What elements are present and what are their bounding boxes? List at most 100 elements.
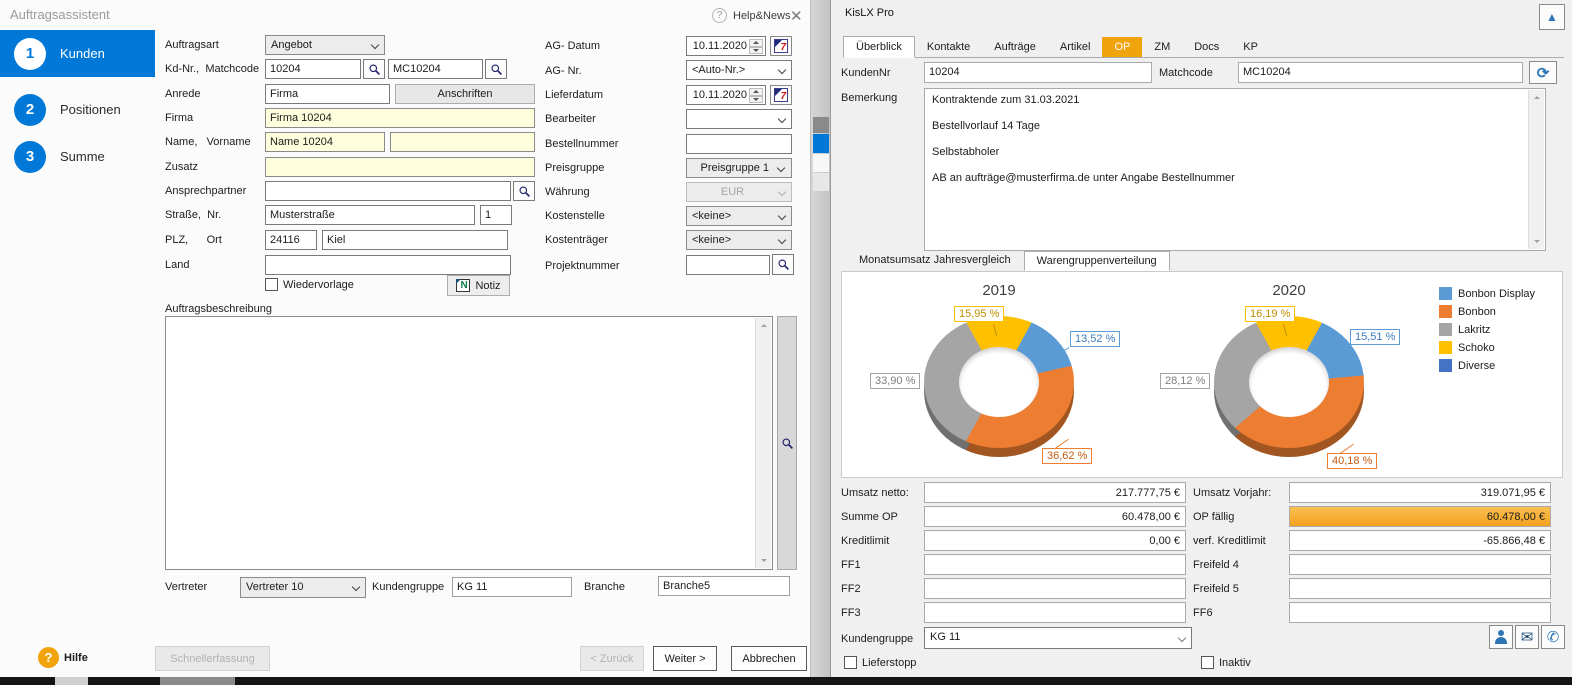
kostentraeger-select[interactable]: <keine> — [686, 230, 792, 250]
close-icon[interactable]: ✕ — [790, 7, 803, 25]
scroll-down-icon[interactable] — [1534, 240, 1540, 243]
projektnummer-input[interactable] — [686, 255, 770, 275]
tab-kontakte[interactable]: Kontakte — [915, 37, 982, 57]
ff3-field[interactable] — [924, 602, 1186, 623]
schnellerfassung-button[interactable]: Schnellerfassung — [155, 646, 270, 671]
matchcode-input[interactable]: MC10204 — [388, 59, 483, 79]
ansprechpartner-input[interactable] — [265, 181, 511, 201]
scroll-down-icon[interactable] — [761, 559, 767, 562]
phone-button[interactable] — [1541, 625, 1565, 649]
hilfe-label[interactable]: Hilfe — [64, 652, 88, 664]
kdnr-label: Kd-Nr., Matchcode — [165, 63, 259, 75]
date-spinner[interactable] — [749, 88, 763, 103]
vertreter-select[interactable]: Vertreter 10 — [240, 577, 366, 598]
plz-input[interactable]: 24116 — [265, 230, 317, 250]
weiter-button[interactable]: Weiter > — [653, 646, 717, 671]
zurueck-button[interactable]: < Zurück — [580, 646, 644, 671]
tab-artikel[interactable]: Artikel — [1048, 37, 1103, 57]
chevron-down-icon — [778, 236, 786, 244]
kundengruppe-input[interactable]: KG 11 — [452, 577, 572, 597]
ort-input[interactable]: Kiel — [322, 230, 508, 250]
tab-op[interactable]: OP — [1102, 37, 1142, 57]
kundengruppe-select-right[interactable]: KG 11 — [924, 627, 1192, 649]
zusatz-input[interactable] — [265, 157, 535, 177]
name-input[interactable]: Name 10204 — [265, 132, 385, 152]
tab-docs[interactable]: Docs — [1182, 37, 1231, 57]
projektnummer-search-button[interactable] — [772, 254, 794, 275]
lieferstopp-checkbox[interactable] — [844, 656, 857, 669]
auftragsart-select[interactable]: Angebot — [265, 35, 385, 55]
anschriften-button[interactable]: Anschriften — [395, 84, 535, 104]
anrede-input[interactable]: Firma — [265, 84, 390, 104]
lieferdatum-calendar-button[interactable] — [770, 85, 792, 105]
wizard-step-positionen[interactable]: 2 Positionen — [0, 86, 155, 133]
wizard-step-summe[interactable]: 3 Summe — [0, 133, 155, 180]
freifeld4-field[interactable] — [1289, 554, 1551, 575]
tab-auftraege[interactable]: Aufträge — [982, 37, 1048, 57]
abbrechen-button[interactable]: Abbrechen — [731, 646, 807, 671]
land-input[interactable] — [265, 255, 511, 275]
kdnr-input[interactable]: 10204 — [265, 59, 361, 79]
tab-kp[interactable]: KP — [1231, 37, 1270, 57]
note-icon — [456, 279, 470, 292]
order-wizard-dialog: Auftragsassistent ? Help&News ✕ 1 Kunden… — [0, 0, 810, 677]
bestellnummer-input[interactable] — [686, 134, 792, 154]
ff1-field[interactable] — [924, 554, 1186, 575]
legend-label: Schoko — [1458, 342, 1495, 354]
auftragsbeschreibung-textarea[interactable] — [165, 316, 773, 570]
help-icon[interactable]: ? — [712, 8, 727, 23]
pct-label-schoko-2019: 15,95 % — [954, 306, 1004, 322]
branche-input[interactable]: Branche5 — [658, 576, 790, 596]
date-spinner[interactable] — [749, 39, 763, 54]
freifeld5-field[interactable] — [1289, 578, 1551, 599]
collapse-up-button[interactable] — [1539, 4, 1565, 30]
op-faellig-label: OP fällig — [1193, 511, 1234, 523]
scroll-up-icon[interactable] — [761, 324, 767, 327]
help-news-link[interactable]: Help&News — [733, 10, 790, 22]
scrollbar[interactable] — [755, 318, 771, 568]
contact-person-button[interactable] — [1489, 625, 1513, 649]
description-search-strip[interactable] — [777, 316, 797, 570]
ff1-label: FF1 — [841, 559, 861, 571]
tab-ueberblick[interactable]: Überblick — [843, 36, 915, 58]
ag-nr-select[interactable]: <Auto-Nr.> — [686, 60, 792, 80]
hausnummer-input[interactable]: 1 — [480, 205, 512, 225]
chevron-down-icon — [778, 188, 786, 196]
strasse-input[interactable]: Musterstraße — [265, 205, 475, 225]
ff2-field[interactable] — [924, 578, 1186, 599]
donut-chart-2019 — [924, 316, 1074, 464]
ag-datum-calendar-button[interactable] — [770, 36, 792, 56]
email-button[interactable] — [1515, 625, 1539, 649]
refresh-button[interactable] — [1529, 61, 1557, 84]
taskbar-segment — [55, 677, 88, 685]
bemerkung-textarea[interactable]: Kontraktende zum 31.03.2021 Bestellvorla… — [924, 88, 1546, 251]
kundennr-input[interactable]: 10204 — [924, 62, 1152, 83]
wiedervorlage-checkbox[interactable] — [265, 278, 278, 291]
step-label: Positionen — [60, 102, 121, 117]
matchcode-search-button[interactable] — [485, 59, 507, 79]
ff6-field[interactable] — [1289, 602, 1551, 623]
firma-input[interactable]: Firma 10204 — [265, 108, 535, 128]
wizard-step-kunden[interactable]: 1 Kunden — [0, 30, 155, 77]
tab-zm[interactable]: ZM — [1142, 37, 1182, 57]
tab-monatsumsatz[interactable]: Monatsumsatz Jahresvergleich — [846, 250, 1024, 270]
ag-datum-input[interactable]: 10.11.2020 — [686, 36, 766, 56]
scroll-up-icon[interactable] — [1534, 96, 1540, 99]
matchcode-input-right[interactable]: MC10204 — [1238, 62, 1523, 83]
notiz-button[interactable]: Notiz — [447, 275, 510, 296]
kdnr-search-button[interactable] — [363, 59, 385, 79]
bearbeiter-select[interactable] — [686, 109, 792, 129]
ff6-label: FF6 — [1193, 607, 1213, 619]
preisgruppe-select[interactable]: Preisgruppe 1 — [686, 158, 792, 178]
legend-label: Diverse — [1458, 360, 1495, 372]
inaktiv-checkbox[interactable] — [1201, 656, 1214, 669]
hilfe-icon[interactable]: ? — [38, 647, 59, 668]
ansprechpartner-search-button[interactable] — [513, 181, 535, 201]
lieferdatum-input[interactable]: 10.11.2020 — [686, 85, 766, 105]
kostenstelle-select[interactable]: <keine> — [686, 206, 792, 226]
scrollbar[interactable] — [1528, 90, 1544, 249]
kislx-tabbar: Überblick Kontakte Aufträge Artikel OP Z… — [843, 35, 1564, 58]
tab-warengruppenverteilung[interactable]: Warengruppenverteilung — [1024, 251, 1170, 271]
vorname-input[interactable] — [390, 132, 535, 152]
legend-swatch — [1439, 287, 1452, 300]
